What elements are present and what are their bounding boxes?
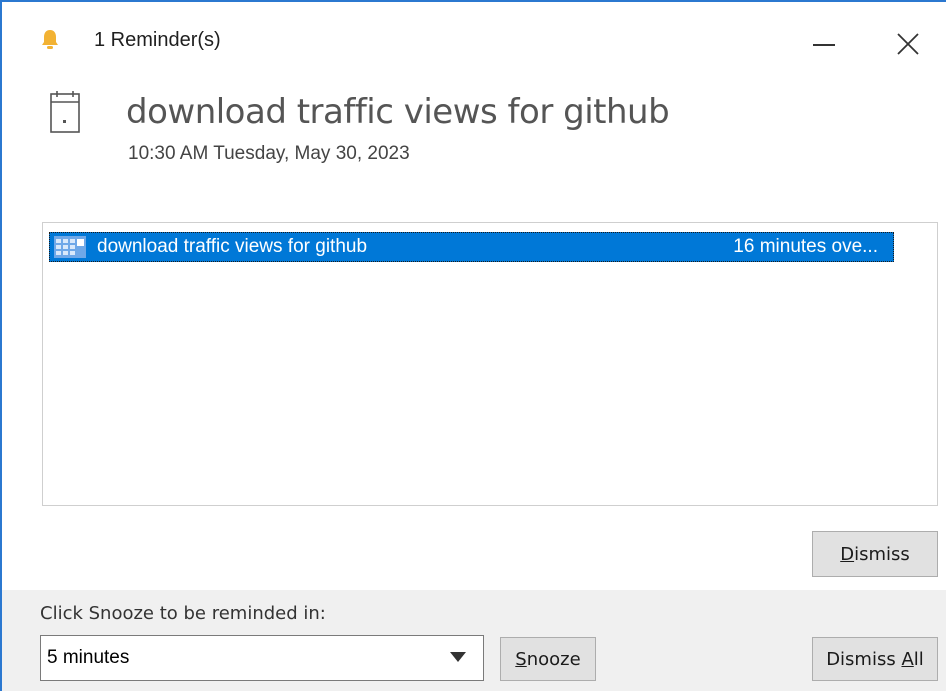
minimize-icon <box>813 44 835 46</box>
appointment-icon <box>54 236 86 258</box>
bell-icon <box>42 30 58 49</box>
dismiss-all-label: Dismiss All <box>826 648 924 670</box>
calendar-icon <box>50 91 80 133</box>
row-subject: download traffic views for github <box>97 236 368 257</box>
close-button[interactable] <box>880 16 936 66</box>
snooze-button-label: Snooze <box>515 648 581 670</box>
reminder-list[interactable]: download traffic views for github 16 min… <box>42 222 938 506</box>
reminder-time: 10:30 AM Tuesday, May 30, 2023 <box>128 143 410 164</box>
minimize-button[interactable] <box>798 16 854 66</box>
reminder-list-row[interactable]: download traffic views for github 16 min… <box>49 232 894 262</box>
snooze-selected-value: 5 minutes <box>47 647 130 668</box>
dismiss-button[interactable]: Dismiss <box>812 531 938 577</box>
snooze-label: Click Snooze to be reminded in: <box>40 603 326 624</box>
dismiss-all-button[interactable]: Dismiss All <box>812 637 938 681</box>
window-title: 1 Reminder(s) <box>94 29 221 51</box>
close-icon <box>897 33 919 55</box>
chevron-down-icon[interactable] <box>449 651 467 663</box>
snooze-button[interactable]: Snooze <box>500 637 596 681</box>
title-bar[interactable]: 1 Reminder(s) <box>2 2 946 74</box>
row-due-in: 16 minutes ove... <box>733 236 878 257</box>
snooze-time-select[interactable]: 5 minutes <box>40 635 484 681</box>
reminder-window: 1 Reminder(s) download traffic views for… <box>0 0 946 691</box>
window-border <box>0 0 2 691</box>
dismiss-label: Dismiss <box>840 543 910 565</box>
reminder-subject: download traffic views for github <box>126 92 670 132</box>
